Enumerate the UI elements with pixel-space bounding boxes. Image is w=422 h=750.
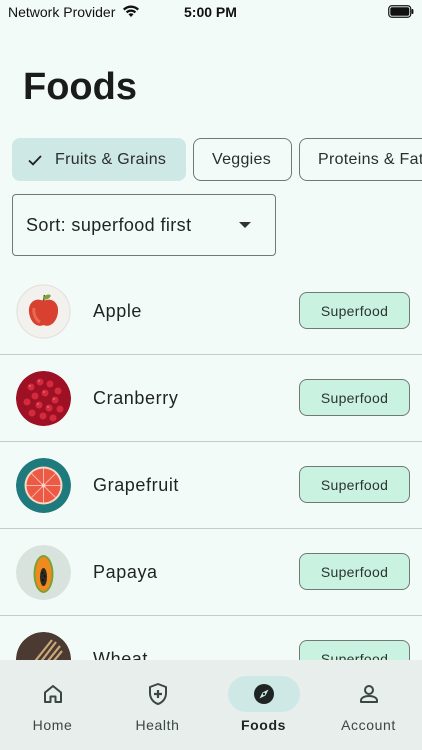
clock: 5:00 PM [184,4,237,20]
superfood-badge: Superfood [299,640,410,660]
nav-account[interactable]: Account [316,660,421,750]
filter-chips: Fruits & Grains Veggies Proteins & Fats [12,138,422,182]
dropdown-arrow-icon [239,222,251,228]
person-icon [333,676,405,712]
nav-home[interactable]: Home [0,660,105,750]
nav-label: Home [32,717,73,733]
food-name: Grapefruit [93,475,180,495]
food-row-grapefruit[interactable]: Grapefruit Superfood [0,442,422,529]
wifi-icon [122,4,140,21]
nav-label: Foods [241,717,286,733]
nav-health[interactable]: Health [105,660,210,750]
filter-chip-proteins-fats[interactable]: Proteins & Fats [299,138,422,181]
apple-photo [16,284,71,339]
food-row-cranberry[interactable]: Cranberry Superfood [0,355,422,442]
food-row-apple[interactable]: Apple Superfood [0,268,422,355]
superfood-badge: Superfood [299,553,410,590]
nav-label: Health [135,717,180,733]
check-icon [28,154,42,166]
cranberry-photo [16,371,71,426]
grapefruit-photo [16,458,71,513]
chip-label: Fruits & Grains [55,150,167,168]
page-title: Foods [23,66,137,108]
sort-dropdown[interactable]: Sort: superfood first [12,194,276,256]
food-name: Apple [93,301,143,321]
papaya-photo [16,545,71,600]
home-icon [17,676,89,712]
superfood-badge: Superfood [299,466,410,503]
nav-foods[interactable]: Foods [211,660,316,750]
chip-label: Proteins & Fats [318,150,422,168]
food-row-papaya[interactable]: Papaya Superfood [0,529,422,616]
superfood-badge: Superfood [299,292,410,329]
chip-label: Veggies [212,150,272,168]
food-name: Wheat [93,649,149,660]
compass-icon [227,676,300,712]
food-name: Cranberry [93,388,179,408]
nav-label: Account [341,717,396,733]
superfood-badge: Superfood [299,379,410,416]
carrier-name: Network Provider [8,4,116,20]
health-shield-icon [122,676,194,712]
wheat-photo [16,632,71,660]
filter-chip-fruits-grains[interactable]: Fruits & Grains [12,138,186,181]
food-list: Apple Superfood Cranberry Superfood Grap… [0,268,422,660]
food-row-wheat[interactable]: Wheat Superfood [0,616,422,660]
battery-icon [388,5,414,21]
sort-label: Sort: superfood first [26,214,192,235]
filter-chip-veggies[interactable]: Veggies [193,138,292,181]
bottom-navigation: Home Health Foods Account [0,660,422,750]
food-name: Papaya [93,562,158,582]
status-bar: Network Provider 5:00 PM [0,0,422,24]
